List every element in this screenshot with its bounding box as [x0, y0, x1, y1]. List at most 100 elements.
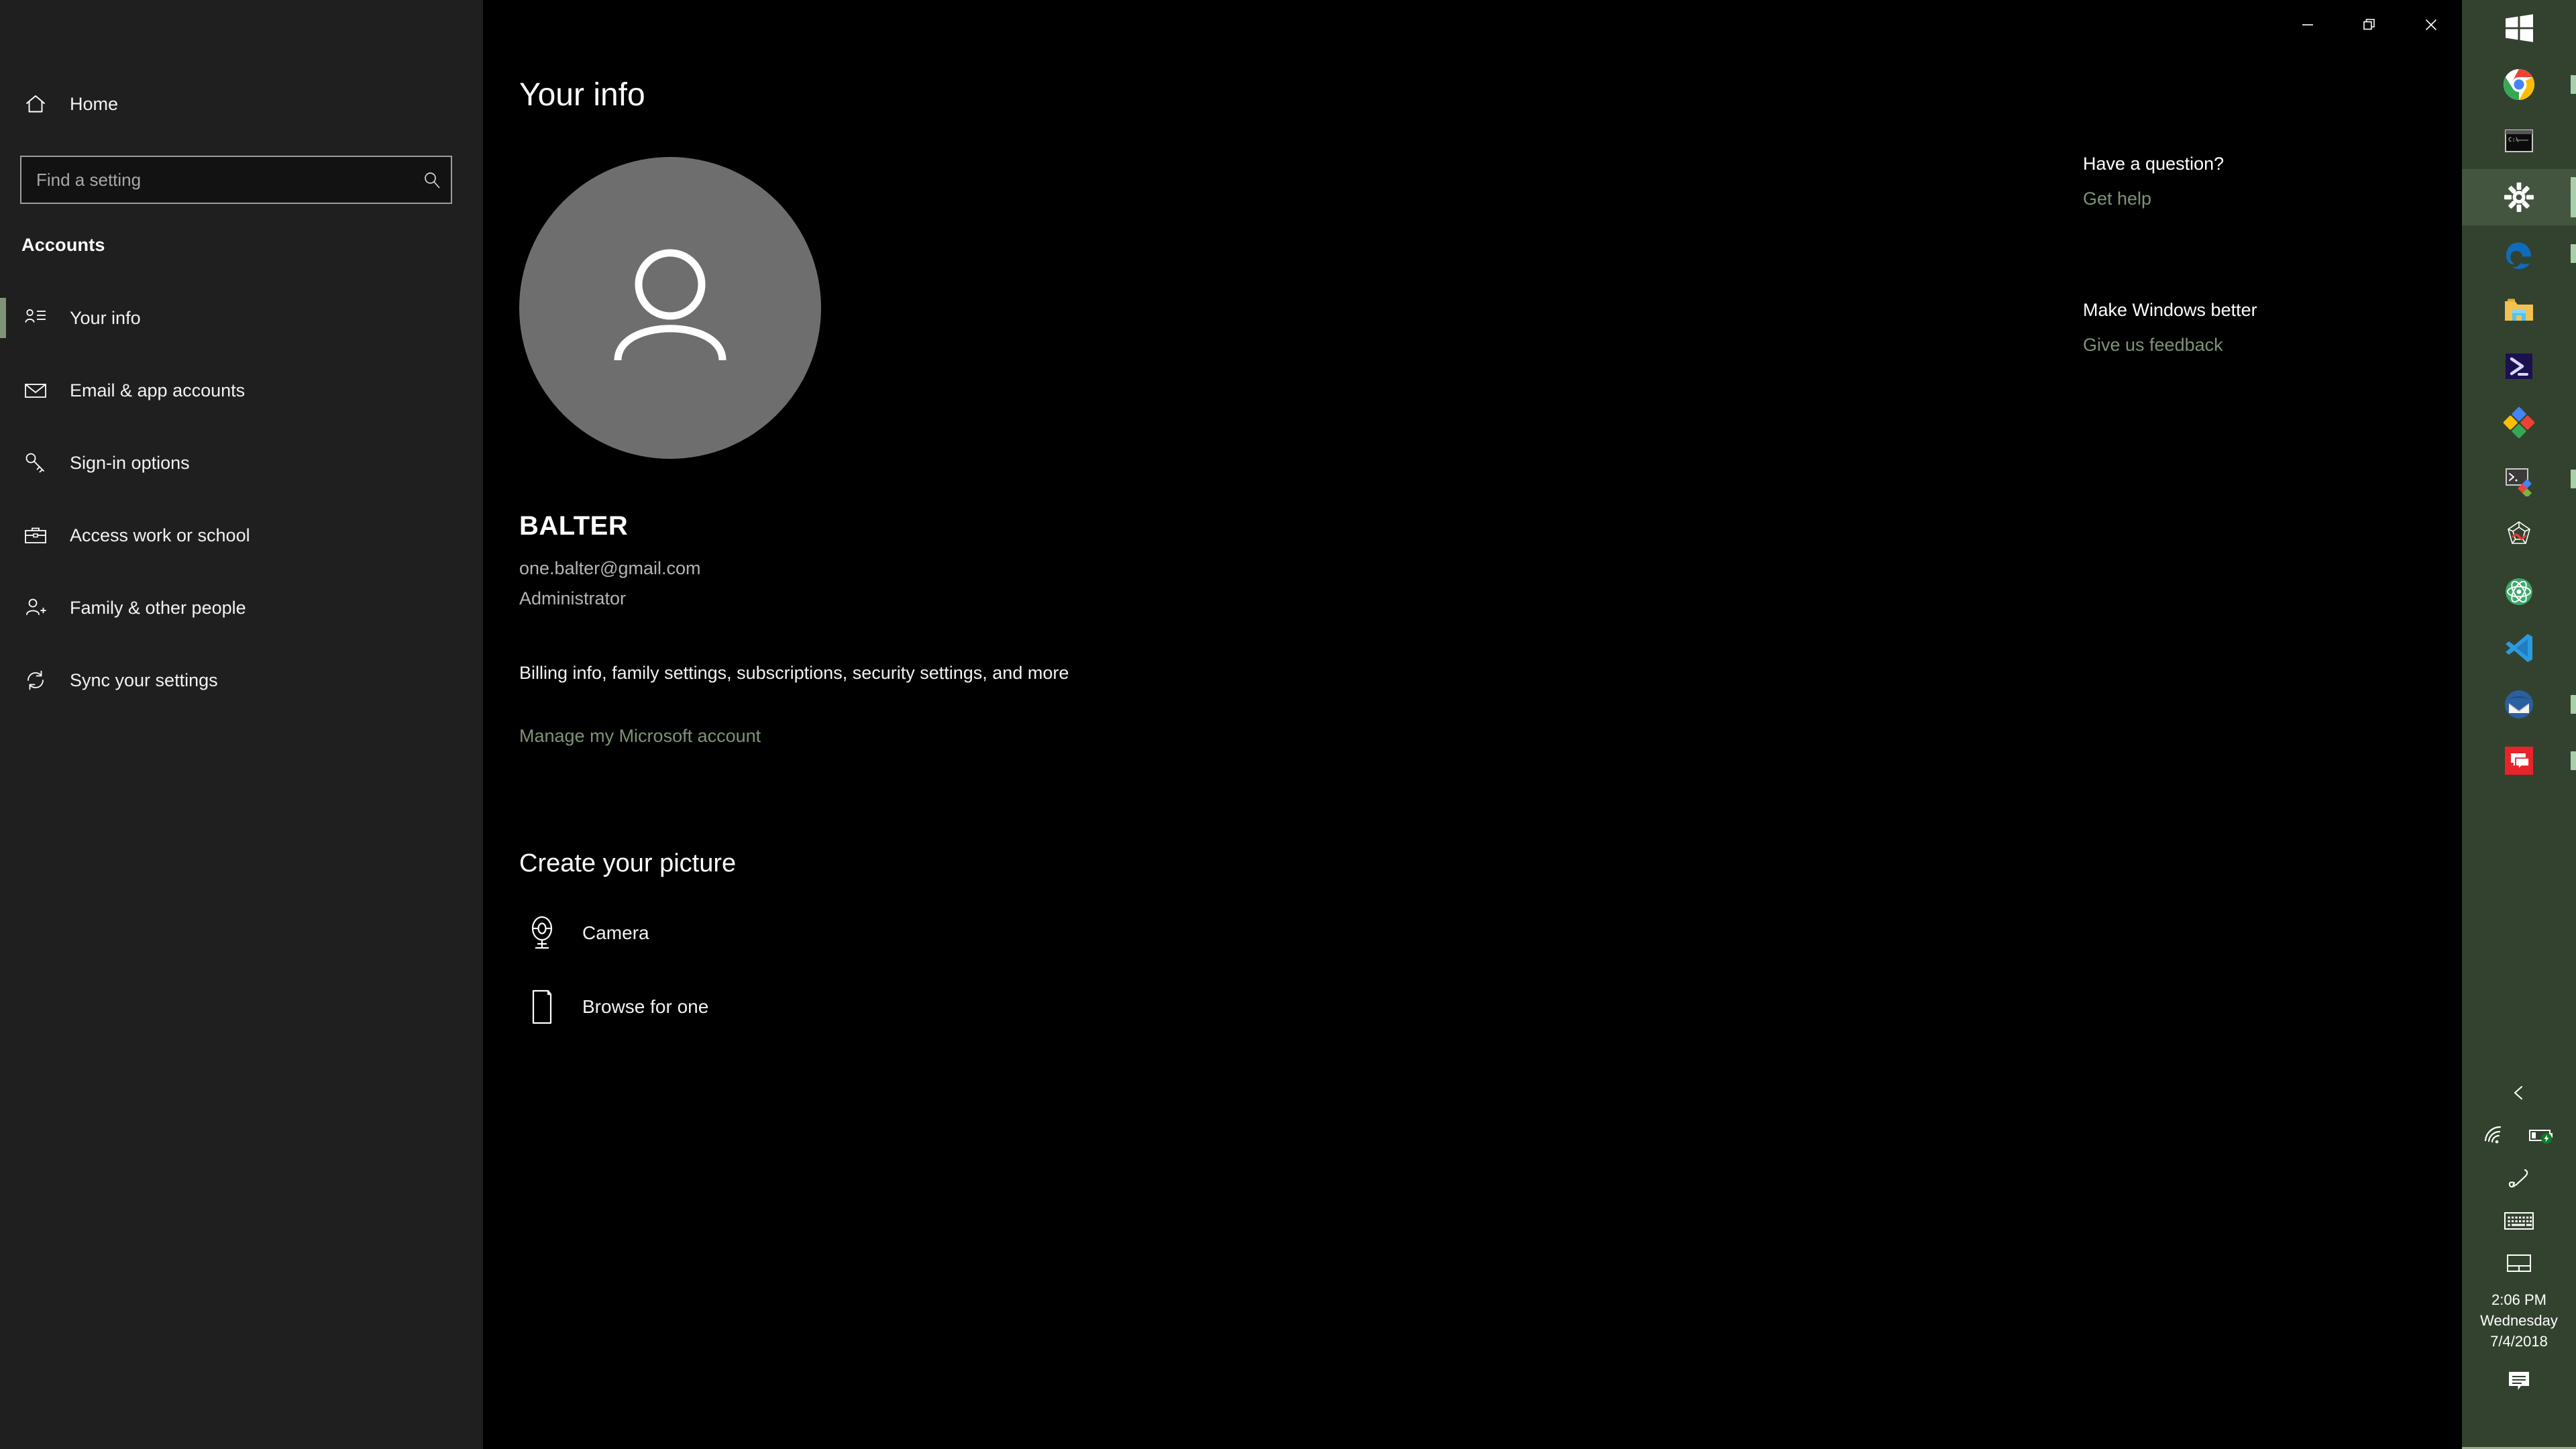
- chrome-icon: [2502, 67, 2536, 102]
- running-indicator: [2571, 751, 2576, 770]
- create-picture-option-label: Browse for one: [582, 996, 709, 1017]
- sidebar-home-label: Home: [70, 93, 119, 114]
- office-icon: [2502, 405, 2536, 440]
- sidebar-item-email-app-accounts[interactable]: Email & app accounts: [0, 354, 483, 427]
- tray-expand-button[interactable]: [2462, 1073, 2576, 1115]
- taskbar-item-atom-editor[interactable]: [2462, 564, 2576, 620]
- restore-button[interactable]: [2339, 0, 2400, 50]
- taskbar-item-chat-app[interactable]: [2462, 733, 2576, 789]
- create-picture-option-camera[interactable]: Camera: [510, 894, 939, 973]
- window-controls: [2277, 0, 2462, 50]
- tray-network-battery-group[interactable]: [2462, 1115, 2576, 1159]
- folder-icon: [2502, 292, 2536, 327]
- thunderbird-icon: [2502, 687, 2536, 722]
- touch-keyboard-icon: [2504, 1210, 2534, 1235]
- minimize-icon: [2300, 17, 2315, 32]
- sidebar-item-label: Access work or school: [70, 525, 250, 545]
- settings-window: Settings: [0, 0, 2462, 1449]
- title-bar-right-pane: [483, 0, 2462, 50]
- sidebar-item-sign-in-options[interactable]: Sign-in options: [0, 427, 483, 499]
- create-picture-option-browse[interactable]: Browse for one: [510, 967, 939, 1046]
- taskbar-item-thunderbird[interactable]: [2462, 676, 2576, 733]
- sidebar-item-label: Sync your settings: [70, 669, 218, 690]
- notification-center-button[interactable]: [2462, 1358, 2576, 1407]
- page-title: Your info: [519, 77, 645, 113]
- browse-file-icon: [510, 989, 574, 1025]
- add-person-icon: [15, 596, 56, 620]
- powershell-icon: [2502, 349, 2536, 384]
- avatar: [519, 157, 821, 459]
- cmd-icon: C:\: [2502, 123, 2536, 158]
- home-icon: [15, 93, 56, 115]
- battery-charging-icon: [2528, 1126, 2555, 1148]
- taskbar-item-settings[interactable]: [2462, 169, 2576, 225]
- taskbar-item-visual-studio-code[interactable]: [2462, 620, 2576, 676]
- sidebar-item-home[interactable]: Home: [0, 84, 483, 124]
- running-indicator: [2571, 244, 2576, 263]
- touchpad-icon: [2506, 1253, 2532, 1277]
- taskbar-item-office[interactable]: [2462, 394, 2576, 451]
- sidebar-item-label: Sign-in options: [70, 452, 190, 473]
- desktop-root: Settings: [0, 0, 2576, 1449]
- touch-keyboard-button[interactable]: [2462, 1201, 2576, 1244]
- help-block-question: Have a question? Get help: [2083, 154, 2224, 209]
- selection-indicator: [0, 298, 6, 338]
- close-button[interactable]: [2400, 0, 2462, 50]
- billing-description: Billing info, family settings, subscript…: [519, 663, 1069, 683]
- clock-date: 7/4/2018: [2490, 1333, 2548, 1350]
- pen-workspace-icon: [2507, 1168, 2531, 1193]
- touchpad-button[interactable]: [2462, 1244, 2576, 1285]
- running-indicator: [2571, 470, 2576, 488]
- sidebar-item-label: Your info: [70, 307, 141, 328]
- minimize-button[interactable]: [2277, 0, 2339, 50]
- search-box[interactable]: [20, 156, 452, 204]
- sidebar-nav-list: Your info Email & app accounts Sign-in o…: [0, 282, 483, 716]
- terminal-puzzle-icon: [2502, 462, 2536, 496]
- sidebar-item-label: Email & app accounts: [70, 380, 246, 400]
- taskbar-clock[interactable]: 2:06 PM Wednesday 7/4/2018: [2462, 1285, 2576, 1358]
- give-feedback-link[interactable]: Give us feedback: [2083, 335, 2223, 356]
- clock-time: 2:06 PM: [2491, 1291, 2546, 1308]
- taskbar-item-cmder-terminal[interactable]: [2462, 451, 2576, 507]
- atom-icon: [2502, 574, 2536, 609]
- windows-logo-icon: [2502, 11, 2536, 46]
- create-picture-option-label: Camera: [582, 922, 649, 943]
- taskbar: C:\ 2:06 PM Wednesday 7/4/2018: [2462, 0, 2576, 1449]
- search-icon[interactable]: [413, 157, 451, 203]
- manage-microsoft-account-link[interactable]: Manage my Microsoft account: [519, 726, 761, 747]
- taskbar-item-microsoft-edge[interactable]: [2462, 225, 2576, 282]
- main-content: Your info BALTER one.balter@gmail.com Ad…: [483, 50, 2462, 1449]
- running-indicator: [2571, 695, 2576, 714]
- edge-icon: [2502, 236, 2536, 271]
- sidebar-item-your-info[interactable]: Your info: [0, 282, 483, 354]
- settings-sidebar: Home Accounts: [0, 0, 483, 1449]
- vscode-icon: [2502, 631, 2536, 665]
- taskbar-item-file-explorer[interactable]: [2462, 282, 2576, 338]
- chat-bubbles-icon: [2502, 743, 2536, 778]
- account-name: BALTER: [519, 511, 629, 541]
- help-heading: Make Windows better: [2083, 300, 2257, 320]
- chevron-left-icon: [2509, 1083, 2529, 1106]
- start-button[interactable]: [2462, 0, 2576, 56]
- running-indicator: [2571, 177, 2576, 217]
- get-help-link[interactable]: Get help: [2083, 189, 2151, 209]
- notification-icon: [2507, 1370, 2531, 1396]
- spider-web-icon: [2502, 518, 2536, 553]
- account-role: Administrator: [519, 588, 627, 608]
- briefcase-icon: [15, 523, 56, 547]
- close-icon: [2424, 17, 2438, 32]
- wifi-icon: [2483, 1126, 2506, 1149]
- system-tray: 2:06 PM Wednesday 7/4/2018: [2462, 1073, 2576, 1407]
- sidebar-item-access-work-or-school[interactable]: Access work or school: [0, 499, 483, 572]
- key-icon: [15, 451, 56, 475]
- taskbar-item-webpack[interactable]: [2462, 507, 2576, 564]
- sidebar-item-label: Family & other people: [70, 597, 246, 618]
- taskbar-item-powershell[interactable]: [2462, 338, 2576, 394]
- taskbar-item-command-prompt[interactable]: C:\: [2462, 113, 2576, 169]
- search-input[interactable]: [21, 169, 413, 191]
- pen-workspace-button[interactable]: [2462, 1159, 2576, 1201]
- sidebar-item-sync-your-settings[interactable]: Sync your settings: [0, 644, 483, 716]
- taskbar-item-google-chrome[interactable]: [2462, 56, 2576, 113]
- sync-icon: [15, 668, 56, 692]
- sidebar-item-family-other-people[interactable]: Family & other people: [0, 572, 483, 644]
